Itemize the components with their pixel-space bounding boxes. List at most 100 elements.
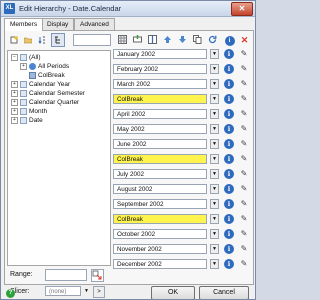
- tab-display[interactable]: Display: [41, 18, 75, 30]
- member-field[interactable]: June 2002: [113, 139, 207, 149]
- delete-button[interactable]: ✕: [239, 35, 250, 46]
- tree-node[interactable]: − (All): [11, 53, 41, 62]
- hierarchy-tree[interactable]: − (All) + All Periods ColBreak + Calendar Y…: [7, 50, 111, 266]
- sort-button[interactable]: [35, 33, 49, 47]
- new-member-button[interactable]: [7, 33, 21, 47]
- info-icon[interactable]: i: [224, 244, 234, 254]
- chevron-down-icon[interactable]: ▼: [210, 64, 219, 74]
- open-button[interactable]: [21, 33, 35, 47]
- edit-icon[interactable]: ✎: [239, 184, 249, 194]
- tree-view-button[interactable]: [51, 33, 65, 47]
- edit-icon[interactable]: ✎: [239, 124, 249, 134]
- tree-node[interactable]: + Calendar Year: [11, 80, 70, 89]
- info-icon[interactable]: i: [224, 79, 234, 89]
- colbreak-field[interactable]: ColBreak: [113, 214, 207, 224]
- member-field[interactable]: October 2002: [113, 229, 207, 239]
- ok-button[interactable]: OK: [151, 286, 195, 299]
- close-button[interactable]: ✕: [231, 2, 253, 16]
- edit-icon[interactable]: ✎: [239, 169, 249, 179]
- info-icon[interactable]: i: [224, 109, 234, 119]
- colbreak-field[interactable]: ColBreak: [113, 154, 207, 164]
- tree-node[interactable]: + Calendar Quarter: [11, 98, 79, 107]
- info-icon[interactable]: i: [224, 64, 234, 74]
- tab-advanced[interactable]: Advanced: [74, 18, 115, 30]
- tree-node[interactable]: + Calendar Semester: [11, 89, 85, 98]
- chevron-down-icon[interactable]: ▼: [210, 139, 219, 149]
- member-field[interactable]: November 2002: [113, 244, 207, 254]
- info-icon[interactable]: i: [224, 124, 234, 134]
- colbreak-field[interactable]: ColBreak: [113, 94, 207, 104]
- chevron-down-icon[interactable]: ▼: [210, 79, 219, 89]
- member-field[interactable]: March 2002: [113, 79, 207, 89]
- refresh-button[interactable]: [207, 35, 218, 46]
- move-up-button[interactable]: [162, 35, 173, 46]
- member-field[interactable]: July 2002: [113, 169, 207, 179]
- tree-node[interactable]: + Month: [11, 107, 47, 116]
- edit-icon[interactable]: ✎: [239, 94, 249, 104]
- tree-node[interactable]: + Date: [11, 116, 43, 125]
- info-icon[interactable]: i: [224, 94, 234, 104]
- info-icon[interactable]: i: [224, 139, 234, 149]
- help-icon[interactable]: ?: [6, 289, 15, 298]
- tab-members[interactable]: Members: [4, 18, 44, 31]
- member-field[interactable]: April 2002: [113, 109, 207, 119]
- tree-node[interactable]: + All Periods: [20, 62, 69, 71]
- chevron-down-icon[interactable]: ▼: [210, 199, 219, 209]
- info-icon[interactable]: i: [224, 214, 234, 224]
- expand-icon[interactable]: +: [11, 89, 18, 97]
- edit-icon[interactable]: ✎: [239, 109, 249, 119]
- chevron-down-icon[interactable]: ▼: [210, 49, 219, 59]
- member-field[interactable]: September 2002: [113, 199, 207, 209]
- collapse-icon[interactable]: −: [11, 53, 18, 61]
- chevron-down-icon[interactable]: ▼: [210, 214, 219, 224]
- chevron-down-icon[interactable]: ▼: [210, 229, 219, 239]
- member-row: May 2002 ▼ i ✎: [113, 124, 253, 135]
- member-field[interactable]: January 2002: [113, 49, 207, 59]
- expand-icon[interactable]: +: [20, 62, 27, 70]
- info-button[interactable]: i: [224, 35, 235, 46]
- info-icon[interactable]: i: [224, 259, 234, 269]
- edit-icon[interactable]: ✎: [239, 214, 249, 224]
- edit-icon[interactable]: ✎: [239, 79, 249, 89]
- info-icon[interactable]: i: [224, 229, 234, 239]
- grid-view-button[interactable]: [117, 35, 128, 46]
- chevron-down-icon[interactable]: ▼: [210, 124, 219, 134]
- edit-icon[interactable]: ✎: [239, 199, 249, 209]
- tree-node[interactable]: ColBreak: [29, 71, 65, 80]
- info-icon[interactable]: i: [224, 154, 234, 164]
- chevron-down-icon[interactable]: ▼: [210, 259, 219, 269]
- copy-button[interactable]: [192, 35, 203, 46]
- cancel-button[interactable]: Cancel: [199, 286, 249, 299]
- info-icon[interactable]: i: [224, 184, 234, 194]
- chevron-down-icon[interactable]: ▼: [210, 184, 219, 194]
- member-field[interactable]: August 2002: [113, 184, 207, 194]
- move-down-button[interactable]: [177, 35, 188, 46]
- expand-icon[interactable]: +: [11, 98, 18, 106]
- range-picker-button[interactable]: [91, 269, 104, 282]
- edit-icon[interactable]: ✎: [239, 244, 249, 254]
- range-input[interactable]: [45, 269, 87, 281]
- member-field[interactable]: February 2002: [113, 64, 207, 74]
- info-icon[interactable]: i: [224, 169, 234, 179]
- info-icon[interactable]: i: [224, 49, 234, 59]
- expand-icon[interactable]: +: [11, 107, 18, 115]
- chevron-down-icon[interactable]: ▼: [210, 154, 219, 164]
- search-input[interactable]: [73, 34, 111, 46]
- edit-icon[interactable]: ✎: [239, 49, 249, 59]
- edit-icon[interactable]: ✎: [239, 229, 249, 239]
- expand-icon[interactable]: +: [11, 80, 18, 88]
- chevron-down-icon[interactable]: ▼: [210, 109, 219, 119]
- info-icon[interactable]: i: [224, 199, 234, 209]
- chevron-down-icon[interactable]: ▼: [210, 169, 219, 179]
- member-field[interactable]: May 2002: [113, 124, 207, 134]
- edit-icon[interactable]: ✎: [239, 64, 249, 74]
- insert-colbreak-button[interactable]: [147, 35, 158, 46]
- edit-icon[interactable]: ✎: [239, 139, 249, 149]
- member-field[interactable]: December 2002: [113, 259, 207, 269]
- expand-icon[interactable]: +: [11, 116, 18, 124]
- edit-icon[interactable]: ✎: [239, 154, 249, 164]
- insert-row-button[interactable]: [132, 35, 143, 46]
- chevron-down-icon[interactable]: ▼: [210, 94, 219, 104]
- edit-icon[interactable]: ✎: [239, 259, 249, 269]
- chevron-down-icon[interactable]: ▼: [210, 244, 219, 254]
